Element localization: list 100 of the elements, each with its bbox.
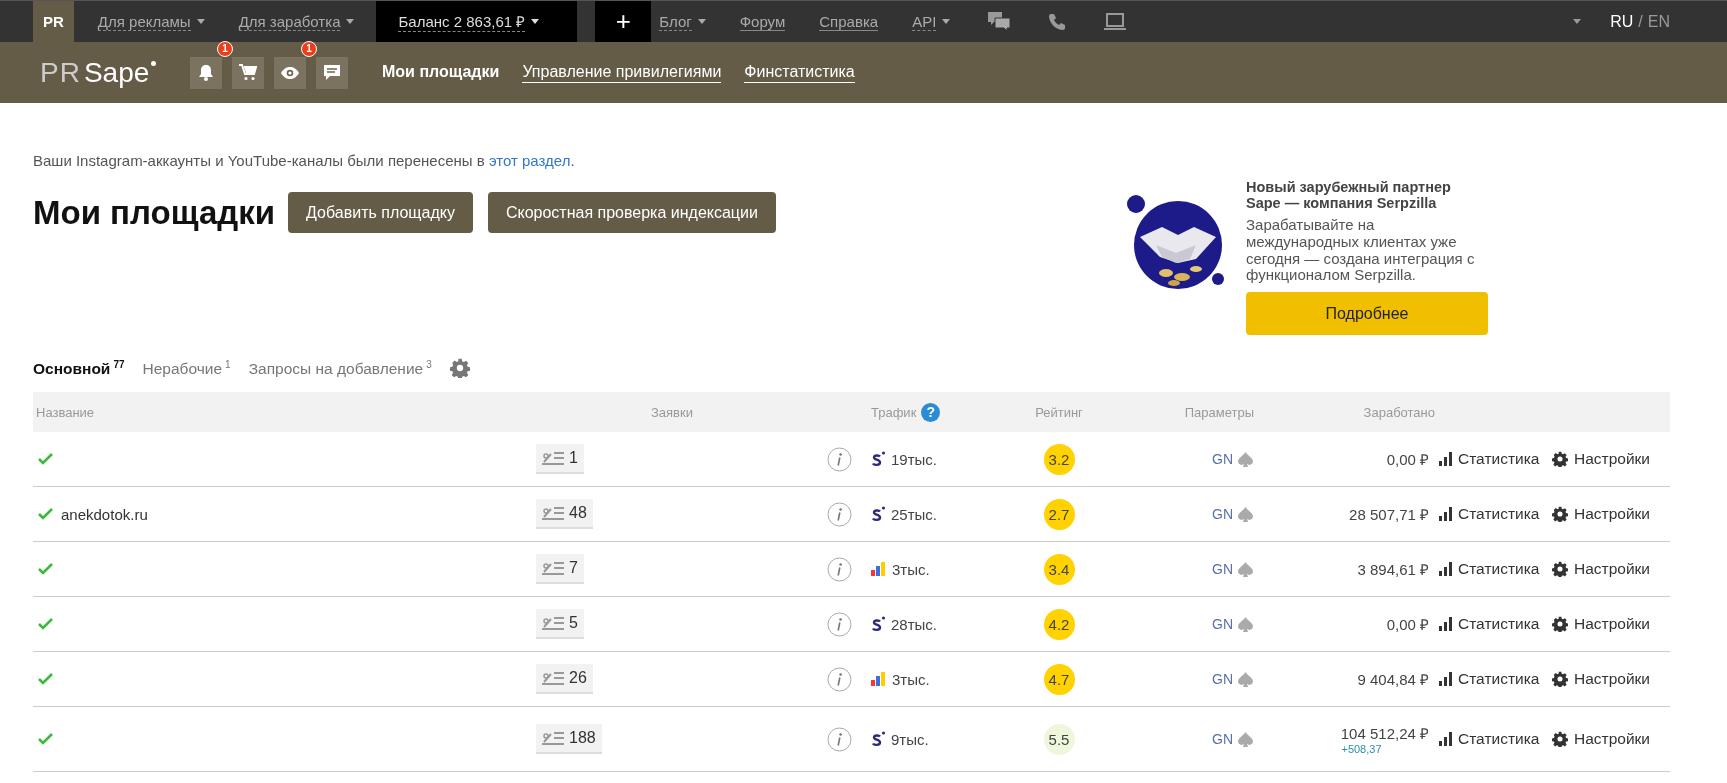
statistics-link[interactable]: Статистика (1435, 615, 1548, 634)
statistics-link[interactable]: Статистика (1435, 730, 1548, 749)
menu-link[interactable]: Для рекламы (97, 1, 205, 42)
column-header: Трафик (871, 404, 917, 420)
section-link[interactable]: этот раздел (488, 152, 571, 169)
params-link[interactable]: GN (1212, 616, 1233, 633)
spade-icon (1237, 450, 1254, 468)
settings-link[interactable]: Настройки (1548, 730, 1670, 749)
params-link[interactable]: GN (1212, 506, 1233, 523)
caret-icon (531, 19, 540, 24)
caret-icon (942, 19, 951, 24)
rating-badge: 3.4 (1043, 553, 1075, 585)
swirl-dot-icon (871, 616, 886, 633)
home-tab[interactable]: PR (33, 1, 74, 42)
action-button[interactable]: Скоростная проверка индексации (487, 192, 776, 233)
traffic-value: 25тыс. (891, 505, 937, 523)
details-button[interactable]: Подробнее (1246, 292, 1488, 336)
swirl-dot-icon (871, 451, 886, 468)
requests-button[interactable]: 26 (536, 664, 593, 695)
tab[interactable]: Нерабочие $^{1}$ (142, 358, 231, 378)
requests-button[interactable]: 7 (536, 554, 584, 585)
rating-badge: 5.5 (1043, 723, 1075, 755)
params-link[interactable]: GN (1212, 731, 1233, 748)
bar-chart-icon (1439, 507, 1452, 522)
rating-badge: 3.2 (1043, 443, 1075, 475)
cart-icon (239, 64, 257, 81)
settings-link[interactable]: Настройки (1548, 450, 1670, 469)
help-button[interactable]: ? (921, 402, 941, 422)
swirl-dot-icon (871, 731, 886, 748)
settings-link[interactable]: Настройки (1548, 615, 1670, 634)
params-link[interactable]: GN (1212, 671, 1233, 688)
eye-button[interactable] (274, 56, 306, 89)
menu-link[interactable]: Форум (739, 1, 786, 42)
tab[interactable]: Запросы на добавление $^{3}$ (248, 358, 432, 378)
language-link[interactable]: EN (1647, 12, 1670, 31)
params-link[interactable]: GN (1212, 561, 1233, 578)
rating-badge: 4.2 (1043, 608, 1075, 640)
bell-icon (198, 64, 214, 81)
nav-link[interactable]: Мои площадки (382, 62, 500, 83)
gear-icon (1552, 671, 1568, 688)
menu-link[interactable]: API (912, 1, 951, 42)
logo[interactable]: PR Sape (40, 56, 190, 89)
tab[interactable]: Основной $^{77}$ (33, 358, 125, 378)
requests-button[interactable]: 5 (536, 609, 584, 640)
spade-icon (1237, 505, 1254, 523)
balance-dropdown[interactable]: Баланс 2 863,61 ₽ (376, 1, 578, 42)
spade-icon (1237, 670, 1254, 688)
earned-amount: 0,00 ₽ (1386, 615, 1429, 635)
earned-amount: 28 507,71 ₽ (1349, 505, 1429, 525)
settings-link[interactable]: Настройки (1548, 560, 1670, 579)
phone-icon[interactable] (1048, 12, 1067, 31)
column-header: Рейтинг (1034, 404, 1084, 420)
requests-button[interactable]: 1 (536, 444, 584, 475)
menu-link[interactable]: Блог (659, 1, 706, 42)
settings-link[interactable]: Настройки (1548, 505, 1670, 524)
site-name[interactable]: anekdotok.ru (61, 505, 148, 523)
chat-button[interactable] (316, 56, 348, 89)
chat-icon (323, 64, 341, 81)
earned-amount: 9 404,84 ₽ (1357, 670, 1429, 690)
page-title: Мои площадки (33, 193, 276, 232)
statistics-link[interactable]: Статистика (1435, 560, 1548, 579)
list-edit-icon (542, 450, 566, 467)
logo-dot-icon (151, 60, 157, 66)
bell-button[interactable] (190, 56, 222, 89)
earned-amount: 3 894,61 ₽ (1357, 560, 1429, 580)
traffic-value: 9тыс. (891, 730, 929, 748)
earned-amount: 104 512,24 ₽ (1340, 724, 1429, 744)
column-header: Заявки (650, 404, 694, 420)
cart-button[interactable] (232, 56, 264, 89)
settings-icon[interactable] (449, 358, 470, 379)
statistics-link[interactable]: Статистика (1435, 670, 1548, 689)
settings-link[interactable]: Настройки (1548, 670, 1670, 689)
list-edit-icon (542, 505, 566, 522)
spade-icon (1237, 560, 1254, 578)
requests-button[interactable]: 48 (536, 499, 593, 530)
bar-chart-icon (1439, 452, 1452, 467)
gear-icon (1552, 731, 1568, 748)
statistics-link[interactable]: Статистика (1435, 450, 1548, 469)
menu-link[interactable]: Справка (819, 1, 879, 42)
language-separator: / (1638, 12, 1643, 31)
menu-link[interactable]: Для заработка (238, 1, 355, 42)
action-button[interactable]: Добавить площадку (288, 192, 473, 233)
params-link[interactable]: GN (1212, 451, 1233, 468)
user-menu-caret-icon[interactable] (1573, 19, 1582, 24)
bar-chart-icon (1439, 562, 1452, 577)
chat-bubbles-icon[interactable] (988, 11, 1011, 32)
rating-badge: 4.7 (1043, 663, 1075, 695)
nav-link[interactable]: Финстатистика (744, 62, 855, 83)
gear-icon (1552, 616, 1568, 633)
nav-link[interactable]: Управление привилегиями (522, 62, 722, 83)
traffic-value: 19тыс. (891, 450, 937, 468)
statistics-link[interactable]: Статистика (1435, 505, 1548, 524)
requests-button[interactable]: 188 (536, 724, 602, 755)
language-link[interactable]: RU (1610, 12, 1634, 31)
laptop-icon[interactable] (1104, 12, 1127, 31)
spade-icon (1237, 615, 1254, 633)
column-header: Параметры (1183, 404, 1254, 420)
traffic-value: 3тыс. (892, 560, 930, 578)
spade-icon (1237, 730, 1254, 748)
add-button[interactable]: + (595, 1, 652, 42)
